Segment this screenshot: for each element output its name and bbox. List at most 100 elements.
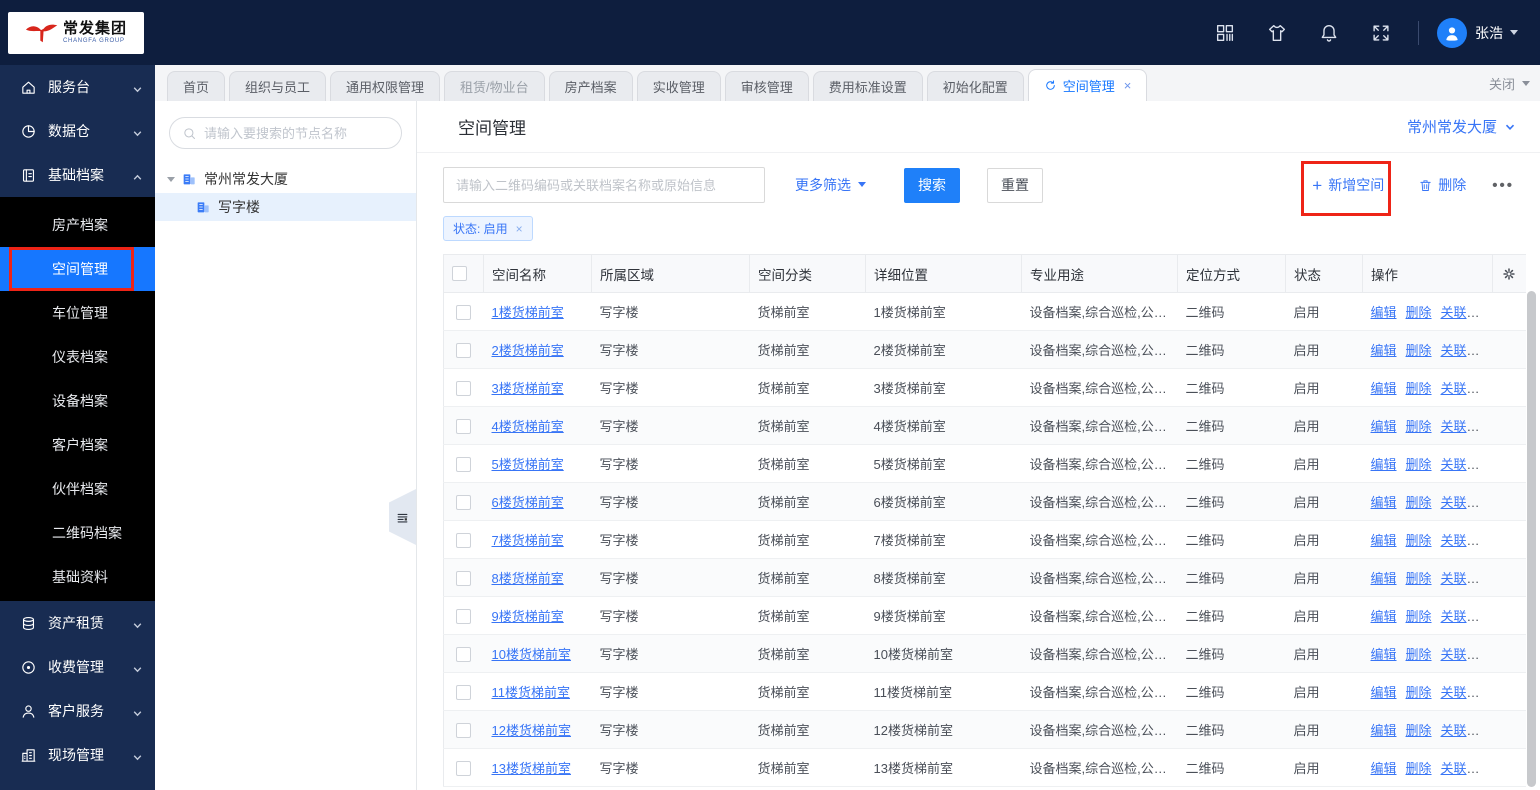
tree-search-input[interactable]: [204, 125, 389, 141]
select-all-checkbox[interactable]: [452, 266, 467, 282]
space-name-link[interactable]: 13楼货梯前室: [492, 761, 571, 776]
remove-tag-icon[interactable]: ×: [516, 222, 523, 236]
sidebar-item-客户服务[interactable]: 客户服务: [0, 689, 155, 733]
op-link-删除[interactable]: 删除: [1406, 571, 1432, 586]
add-space-button[interactable]: + 新增空间: [1301, 161, 1392, 216]
row-checkbox[interactable]: [456, 608, 472, 624]
op-link-编辑[interactable]: 编辑: [1371, 571, 1397, 586]
tab-空间管理[interactable]: 空间管理 ×: [1027, 69, 1148, 101]
op-link-编辑[interactable]: 编辑: [1371, 685, 1397, 700]
op-link-删除[interactable]: 删除: [1406, 305, 1432, 320]
notifications-bell-icon[interactable]: [1318, 22, 1340, 44]
row-checkbox[interactable]: [456, 456, 472, 472]
sidebar-item-资产租赁[interactable]: 资产租赁: [0, 601, 155, 645]
tab-租赁/物业台[interactable]: 租赁/物业台: [444, 71, 545, 101]
panel-collapse-handle[interactable]: [389, 489, 416, 545]
op-link-编辑[interactable]: 编辑: [1371, 305, 1397, 320]
tree-node-写字楼[interactable]: 写字楼: [155, 193, 416, 221]
refresh-icon[interactable]: [1044, 79, 1057, 92]
space-name-link[interactable]: 1楼货梯前室: [492, 305, 564, 320]
op-link-删除[interactable]: 删除: [1406, 343, 1432, 358]
op-link-关联工单[interactable]: 关联工单: [1441, 381, 1492, 396]
sidebar-item-基础档案[interactable]: 基础档案: [0, 153, 155, 197]
op-link-关联工单[interactable]: 关联工单: [1441, 419, 1492, 434]
search-button[interactable]: 搜索: [904, 167, 960, 203]
row-checkbox[interactable]: [456, 494, 472, 510]
op-link-编辑[interactable]: 编辑: [1371, 761, 1397, 776]
sidebar-subitem-空间管理[interactable]: 空间管理: [0, 247, 155, 291]
tab-实收管理[interactable]: 实收管理: [636, 71, 721, 101]
space-name-link[interactable]: 3楼货梯前室: [492, 381, 564, 396]
sidebar-subitem-仪表档案[interactable]: 仪表档案: [0, 335, 155, 379]
gear-icon[interactable]: [1501, 265, 1517, 280]
op-link-删除[interactable]: 删除: [1406, 381, 1432, 396]
op-link-编辑[interactable]: 编辑: [1371, 419, 1397, 434]
tree-node-常州常发大厦[interactable]: 常州常发大厦: [155, 165, 416, 193]
space-name-link[interactable]: 9楼货梯前室: [492, 609, 564, 624]
op-link-关联工单[interactable]: 关联工单: [1441, 723, 1492, 738]
op-link-编辑[interactable]: 编辑: [1371, 609, 1397, 624]
tab-费用标准设置[interactable]: 费用标准设置: [812, 71, 923, 101]
fullscreen-icon[interactable]: [1370, 22, 1392, 44]
op-link-删除[interactable]: 删除: [1406, 533, 1432, 548]
tab-通用权限管理[interactable]: 通用权限管理: [330, 71, 441, 101]
op-link-删除[interactable]: 删除: [1406, 419, 1432, 434]
space-name-link[interactable]: 6楼货梯前室: [492, 495, 564, 510]
op-link-编辑[interactable]: 编辑: [1371, 723, 1397, 738]
row-checkbox[interactable]: [456, 380, 472, 396]
op-link-关联工单[interactable]: 关联工单: [1441, 685, 1492, 700]
tree-expand-caret-icon[interactable]: [167, 176, 175, 186]
row-checkbox[interactable]: [456, 532, 472, 548]
op-link-编辑[interactable]: 编辑: [1371, 647, 1397, 662]
op-link-关联工单[interactable]: 关联工单: [1441, 571, 1492, 586]
op-link-关联工单[interactable]: 关联工单: [1441, 647, 1492, 662]
sidebar-item-数据仓[interactable]: 数据仓: [0, 109, 155, 153]
reset-button[interactable]: 重置: [987, 167, 1043, 203]
tab-初始化配置[interactable]: 初始化配置: [926, 71, 1024, 101]
apps-grid-icon[interactable]: [1214, 22, 1236, 44]
sidebar-subitem-二维码档案[interactable]: 二维码档案: [0, 511, 155, 555]
tab-首页[interactable]: 首页: [167, 71, 226, 101]
op-link-编辑[interactable]: 编辑: [1371, 533, 1397, 548]
space-name-link[interactable]: 8楼货梯前室: [492, 571, 564, 586]
space-name-link[interactable]: 7楼货梯前室: [492, 533, 564, 548]
op-link-关联工单[interactable]: 关联工单: [1441, 495, 1492, 510]
op-link-关联工单[interactable]: 关联工单: [1441, 305, 1492, 320]
space-name-link[interactable]: 2楼货梯前室: [492, 343, 564, 358]
op-link-删除[interactable]: 删除: [1406, 457, 1432, 472]
more-actions-button[interactable]: •••: [1492, 177, 1514, 194]
space-name-link[interactable]: 4楼货梯前室: [492, 419, 564, 434]
row-checkbox[interactable]: [456, 646, 472, 662]
row-checkbox[interactable]: [456, 570, 472, 586]
tab-close-icon[interactable]: ×: [1124, 78, 1132, 93]
op-link-关联工单[interactable]: 关联工单: [1441, 609, 1492, 624]
sidebar-item-收费管理[interactable]: 收费管理: [0, 645, 155, 689]
row-checkbox[interactable]: [456, 304, 472, 320]
tab-组织与员工[interactable]: 组织与员工: [229, 71, 327, 101]
op-link-关联工单[interactable]: 关联工单: [1441, 761, 1492, 776]
sidebar-subitem-客户档案[interactable]: 客户档案: [0, 423, 155, 467]
close-tabs-button[interactable]: 关闭: [1489, 74, 1530, 93]
op-link-编辑[interactable]: 编辑: [1371, 381, 1397, 396]
op-link-编辑[interactable]: 编辑: [1371, 457, 1397, 472]
theme-skin-icon[interactable]: [1266, 22, 1288, 44]
keyword-input[interactable]: [443, 167, 765, 203]
more-filters-button[interactable]: 更多筛选: [795, 175, 866, 195]
space-name-link[interactable]: 12楼货梯前室: [492, 723, 571, 738]
op-link-关联工单[interactable]: 关联工单: [1441, 533, 1492, 548]
table-scrollbar[interactable]: [1527, 291, 1536, 787]
row-checkbox[interactable]: [456, 342, 472, 358]
op-link-删除[interactable]: 删除: [1406, 609, 1432, 624]
sidebar-subitem-房产档案[interactable]: 房产档案: [0, 203, 155, 247]
sidebar-subitem-设备档案[interactable]: 设备档案: [0, 379, 155, 423]
space-name-link[interactable]: 5楼货梯前室: [492, 457, 564, 472]
op-link-删除[interactable]: 删除: [1406, 647, 1432, 662]
tab-房产档案[interactable]: 房产档案: [548, 71, 633, 101]
sidebar-subitem-基础资料[interactable]: 基础资料: [0, 555, 155, 599]
sidebar-subitem-车位管理[interactable]: 车位管理: [0, 291, 155, 335]
op-link-关联工单[interactable]: 关联工单: [1441, 343, 1492, 358]
sidebar-subitem-伙伴档案[interactable]: 伙伴档案: [0, 467, 155, 511]
op-link-删除[interactable]: 删除: [1406, 685, 1432, 700]
row-checkbox[interactable]: [456, 760, 472, 776]
row-checkbox[interactable]: [456, 418, 472, 434]
